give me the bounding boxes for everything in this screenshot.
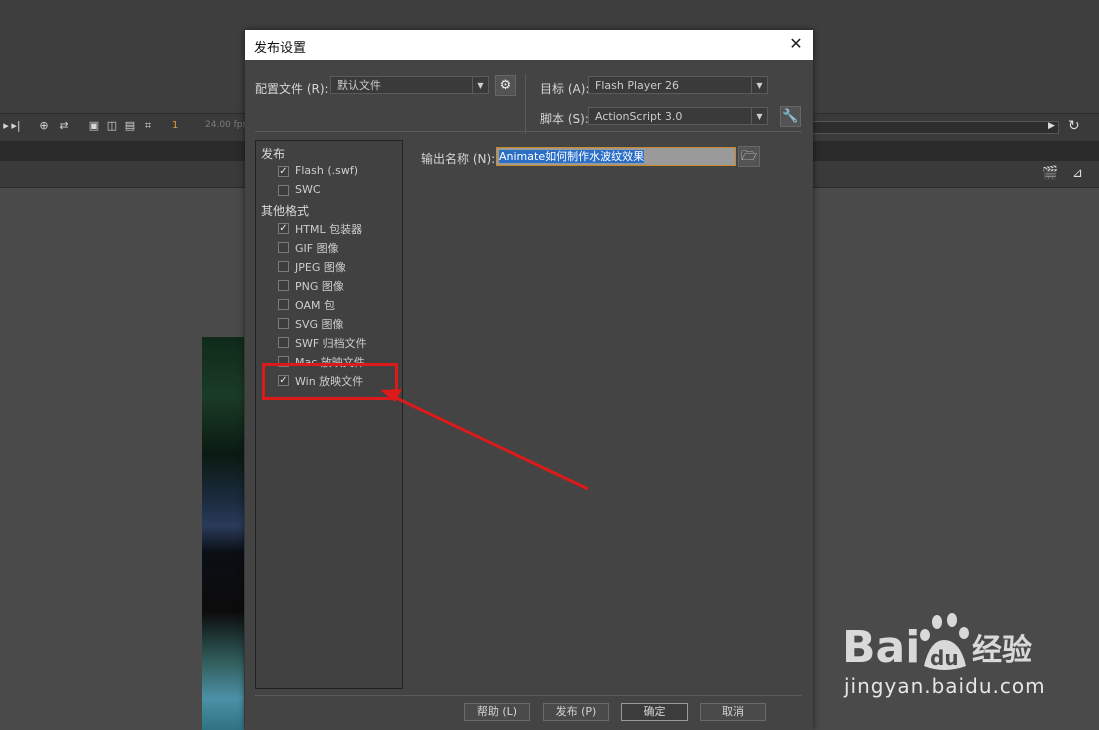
ok-button[interactable]: 确定 xyxy=(621,703,688,721)
checkbox[interactable] xyxy=(278,318,289,329)
svg-text:经验: 经验 xyxy=(972,633,1032,668)
close-icon[interactable]: ✕ xyxy=(785,33,807,55)
format-label: JPEG 图像 xyxy=(295,261,346,274)
script-label: 脚本 (S): xyxy=(540,112,589,126)
profile-label: 配置文件 (R): xyxy=(255,82,329,96)
profile-select[interactable]: 默认文件 ▼ xyxy=(330,76,489,94)
loop-icon[interactable]: ⇄ xyxy=(58,120,70,132)
format-label: PNG 图像 xyxy=(295,280,344,293)
frame-rate: 24.00 fps xyxy=(205,120,248,130)
script-select[interactable]: ActionScript 3.0 ▼ xyxy=(588,107,768,125)
format-label: Flash (.swf) xyxy=(295,164,359,177)
format-label: OAM 包 xyxy=(295,299,335,312)
profile-settings-button[interactable]: ⚙ xyxy=(495,75,516,96)
checkbox[interactable] xyxy=(278,299,289,310)
chevron-down-icon: ▼ xyxy=(751,108,767,124)
output-name-value: Animate如何制作水波纹效果 xyxy=(499,150,645,163)
dialog-title: 发布设置 xyxy=(254,41,307,56)
scroll-right-icon[interactable]: ▶ xyxy=(1048,121,1055,131)
current-frame: 1 xyxy=(172,120,179,131)
center-frame-icon[interactable]: ⊕ xyxy=(38,120,50,132)
checkbox[interactable] xyxy=(278,337,289,348)
output-name-input[interactable]: Animate如何制作水波纹效果 xyxy=(496,147,736,166)
modify-markers-icon[interactable]: ⌗ xyxy=(142,120,154,132)
script-settings-button[interactable]: 🔧 xyxy=(780,106,801,127)
stage-image xyxy=(202,337,244,730)
baidu-watermark: Bai du 经验 jingyan.baidu.com xyxy=(842,610,1062,720)
svg-text:du: du xyxy=(930,646,959,670)
format-label: SVG 图像 xyxy=(295,318,344,331)
edit-multiple-icon[interactable]: ▤ xyxy=(124,120,136,132)
highlight-box xyxy=(262,363,398,400)
chevron-down-icon: ▼ xyxy=(751,77,767,93)
help-button[interactable]: 帮助 (L) xyxy=(464,703,530,721)
last-frame-icon[interactable]: ▸| xyxy=(10,120,22,132)
format-list-panel: 发布 ✓ Flash (.swf) SWC 其他格式 ✓ HTML 包装器 GI… xyxy=(255,140,403,689)
footer-divider xyxy=(255,695,802,696)
format-label: GIF 图像 xyxy=(295,242,339,255)
checkbox[interactable] xyxy=(278,280,289,291)
checkbox[interactable] xyxy=(278,242,289,253)
onion-outline-icon[interactable]: ◫ xyxy=(106,120,118,132)
timeline-scrollbar[interactable] xyxy=(812,121,1059,134)
publish-button[interactable]: 发布 (P) xyxy=(543,703,609,721)
scene-icon[interactable]: 🎬 xyxy=(1042,166,1058,181)
format-label: SWF 归档文件 xyxy=(295,337,367,350)
svg-text:Bai: Bai xyxy=(842,622,920,673)
dialog-titlebar: 发布设置 ✕ xyxy=(245,30,813,60)
folder-icon: 🗁 xyxy=(740,149,758,164)
other-formats-header: 其他格式 xyxy=(261,204,310,218)
header-divider xyxy=(525,74,526,134)
section-divider xyxy=(255,131,802,132)
target-label: 目标 (A): xyxy=(540,82,590,96)
checkbox[interactable]: ✓ xyxy=(278,166,289,177)
gear-icon: ⚙ xyxy=(499,78,512,93)
profile-value: 默认文件 xyxy=(337,79,381,92)
checkbox[interactable] xyxy=(278,261,289,272)
script-value: ActionScript 3.0 xyxy=(595,110,683,123)
watermark-url: jingyan.baidu.com xyxy=(844,674,1046,698)
onion-skin-icon[interactable]: ▣ xyxy=(88,120,100,132)
chevron-down-icon: ▼ xyxy=(472,77,488,93)
camera-icon[interactable]: ⊿ xyxy=(1072,166,1083,181)
format-label: HTML 包装器 xyxy=(295,223,363,236)
target-select[interactable]: Flash Player 26 ▼ xyxy=(588,76,768,94)
checkbox[interactable] xyxy=(278,185,289,196)
format-label: SWC xyxy=(295,183,321,196)
cancel-button[interactable]: 取消 xyxy=(700,703,766,721)
wrench-icon: 🔧 xyxy=(782,109,799,124)
output-name-label: 输出名称 (N): xyxy=(421,152,496,166)
publish-group-header: 发布 xyxy=(261,147,286,161)
target-value: Flash Player 26 xyxy=(595,79,680,92)
browse-folder-button[interactable]: 🗁 xyxy=(738,146,760,167)
baidu-logo: Bai du 经验 xyxy=(842,613,1032,673)
checkbox[interactable]: ✓ xyxy=(278,223,289,234)
refresh-icon[interactable]: ↻ xyxy=(1068,118,1080,134)
